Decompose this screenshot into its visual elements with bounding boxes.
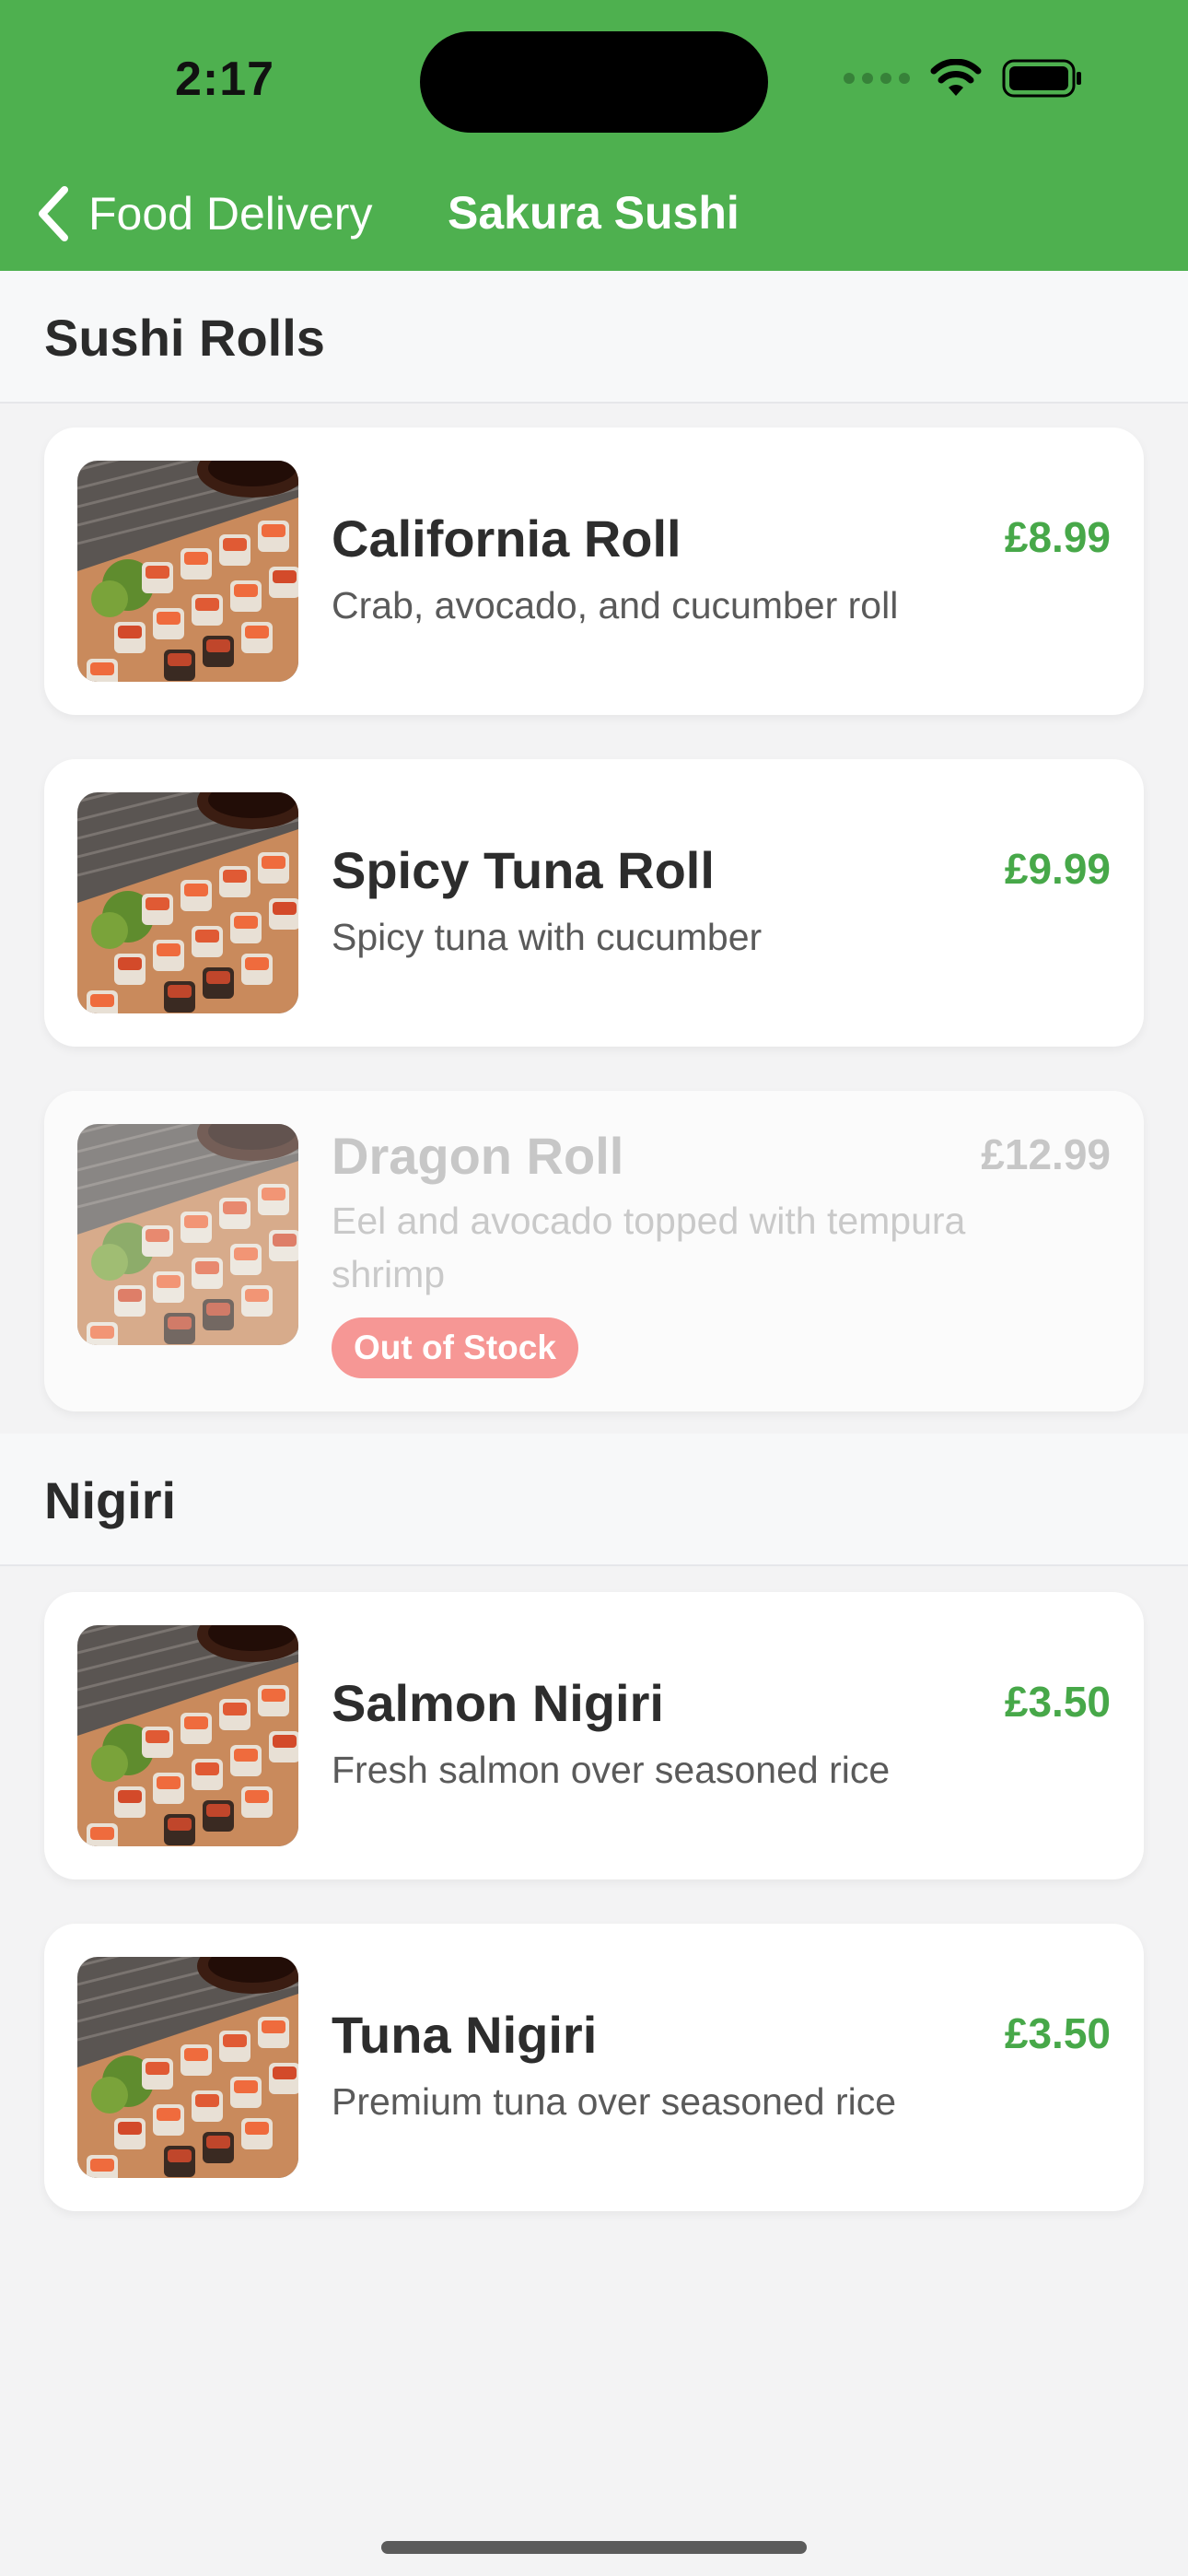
menu-item-california-roll[interactable]: California Roll Crab, avocado, and cucum…	[44, 427, 1144, 715]
section-title: Sushi Rolls	[44, 309, 325, 367]
item-name: Salmon Nigiri	[332, 1674, 664, 1732]
item-description: Crab, avocado, and cucumber roll	[332, 584, 899, 626]
item-name: California Roll	[332, 509, 681, 568]
back-label: Food Delivery	[88, 188, 373, 240]
item-name: Dragon Roll	[332, 1127, 624, 1185]
item-name: Tuna Nigiri	[332, 2006, 598, 2064]
item-image	[77, 1124, 298, 1345]
section-header-sushi-rolls: Sushi Rolls	[0, 271, 1188, 404]
page-title: Sakura Sushi	[448, 187, 740, 239]
out-of-stock-badge: Out of Stock	[332, 1317, 578, 1378]
item-description: Eel and avocado topped with tempura shri…	[332, 1200, 966, 1295]
menu-item-spicy-tuna-roll[interactable]: Spicy Tuna Roll Spicy tuna with cucumber…	[44, 759, 1144, 1047]
menu-item-salmon-nigiri[interactable]: Salmon Nigiri Fresh salmon over seasoned…	[44, 1592, 1144, 1879]
item-price: £3.50	[1004, 1678, 1111, 1726]
item-description: Premium tuna over seasoned rice	[332, 2080, 897, 2123]
back-button[interactable]: Food Delivery	[35, 184, 372, 243]
item-description: Spicy tuna with cucumber	[332, 916, 763, 958]
item-image	[77, 461, 298, 682]
item-price: £8.99	[1004, 513, 1111, 561]
signal-icon	[844, 73, 910, 84]
battery-icon	[1002, 59, 1083, 98]
item-price: £12.99	[981, 1130, 1111, 1178]
item-name: Spicy Tuna Roll	[332, 841, 715, 899]
section-title: Nigiri	[44, 1471, 177, 1529]
home-indicator[interactable]	[381, 2541, 807, 2554]
status-icons	[844, 59, 1083, 98]
menu-item-tuna-nigiri[interactable]: Tuna Nigiri Premium tuna over seasoned r…	[44, 1924, 1144, 2211]
wifi-icon	[930, 59, 982, 98]
chevron-left-icon	[39, 186, 68, 241]
item-price: £3.50	[1004, 2009, 1111, 2057]
status-time: 2:17	[175, 53, 275, 106]
item-image	[77, 1957, 298, 2178]
screen: 2:17 Food Delivery Sakura Sushi Sushi Ro…	[0, 0, 1188, 2576]
item-price: £9.99	[1004, 845, 1111, 893]
item-description: Fresh salmon over seasoned rice	[332, 1749, 891, 1791]
dynamic-island	[420, 31, 768, 133]
item-image	[77, 1625, 298, 1846]
nav-header: 2:17 Food Delivery Sakura Sushi	[0, 0, 1188, 271]
menu-item-dragon-roll: Dragon Roll Eel and avocado topped with …	[44, 1091, 1144, 1411]
section-header-nigiri: Nigiri	[0, 1434, 1188, 1566]
item-image	[77, 792, 298, 1013]
